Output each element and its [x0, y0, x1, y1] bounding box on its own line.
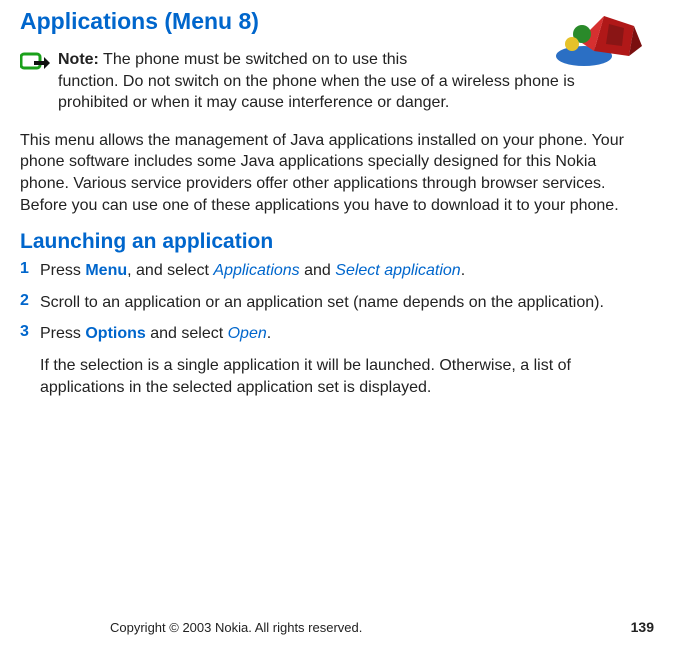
- step-number: 2: [20, 292, 40, 310]
- section-title: Launching an application: [20, 230, 654, 254]
- intro-paragraph: This menu allows the management of Java …: [20, 130, 640, 216]
- text: .: [267, 325, 271, 342]
- text: Press: [40, 325, 85, 342]
- step-2: 2 Scroll to an application or an applica…: [20, 292, 640, 314]
- text: .: [461, 262, 465, 279]
- page-number: 139: [631, 619, 654, 635]
- step-3-followup: If the selection is a single application…: [40, 355, 640, 398]
- open-keyword: Open: [228, 325, 267, 342]
- menu-keyword: Menu: [85, 262, 127, 279]
- step-number: 3: [20, 323, 40, 341]
- step-number: 1: [20, 260, 40, 278]
- text: and select: [146, 325, 228, 342]
- applications-keyword: Applications: [213, 262, 299, 279]
- note-label: Note:: [58, 51, 99, 68]
- select-application-keyword: Select application: [335, 262, 460, 279]
- text: Press: [40, 262, 85, 279]
- step-body: Scroll to an application or an applicati…: [40, 292, 604, 314]
- step-body: Press Menu, and select Applications and …: [40, 260, 465, 282]
- note-icon: [20, 51, 50, 80]
- note-line-2: function. Do not switch on the phone whe…: [58, 73, 575, 112]
- note-line-1: The phone must be switched on to use thi…: [103, 51, 407, 68]
- step-3: 3 Press Options and select Open.: [20, 323, 640, 345]
- page-footer: Copyright © 2003 Nokia. All rights reser…: [20, 619, 654, 635]
- copyright-text: Copyright © 2003 Nokia. All rights reser…: [110, 620, 362, 635]
- text: and: [300, 262, 336, 279]
- step-1: 1 Press Menu, and select Applications an…: [20, 260, 640, 282]
- apps-decorative-image: [534, 6, 654, 74]
- options-keyword: Options: [85, 325, 145, 342]
- step-body: Press Options and select Open.: [40, 323, 271, 345]
- text: , and select: [127, 262, 213, 279]
